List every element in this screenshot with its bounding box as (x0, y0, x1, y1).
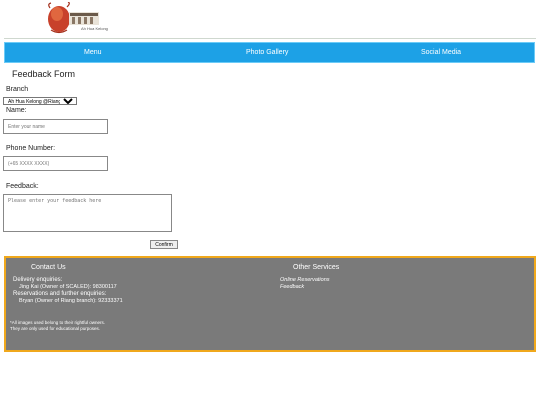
phone-input[interactable] (3, 156, 108, 171)
name-label: Name: (6, 107, 27, 114)
disclaimer-line-2: They are only used for educational purpo… (10, 326, 101, 331)
contact-heading: Contact Us (31, 264, 66, 271)
delivery-contact: Jing Kai (Owner of SCALED): 98300117 (19, 284, 117, 290)
feedback-label: Feedback: (6, 183, 39, 190)
page-title: Feedback Form (12, 69, 76, 79)
branch-label: Branch (6, 86, 29, 93)
phone-label: Phone Number: (6, 145, 56, 152)
reservations-label: Reservations and further enquiries: (13, 291, 107, 297)
delivery-label: Delivery enquiries: (13, 277, 63, 283)
branch-select[interactable]: Ah Hua Kelong @Riang (3, 97, 77, 105)
service-link-online-reservations[interactable]: Online Reservations (280, 277, 330, 283)
feedback-textarea[interactable] (3, 194, 172, 232)
header-divider (4, 38, 536, 39)
footer: Contact Us Delivery enquiries: Jing Kai … (4, 256, 536, 352)
name-input[interactable] (3, 119, 108, 134)
logo-text: Ah Hua Kelong (81, 26, 108, 31)
nav-item-photo-gallery[interactable]: Photo Gallery (246, 43, 288, 64)
nav-bar: Menu Photo Gallery Social Media (4, 42, 535, 63)
nav-item-social-media[interactable]: Social Media (421, 43, 461, 64)
service-link-feedback[interactable]: Feedback (280, 284, 304, 290)
services-heading: Other Services (293, 264, 340, 271)
reservations-contact: Bryan (Owner of Riang branch): 92333371 (19, 298, 123, 304)
logo: Ah Hua Kelong (45, 1, 108, 36)
confirm-button[interactable]: Confirm (150, 240, 178, 249)
nav-item-menu[interactable]: Menu (84, 43, 102, 64)
disclaimer-line-1: *All images used belong to their rightfu… (10, 320, 106, 325)
